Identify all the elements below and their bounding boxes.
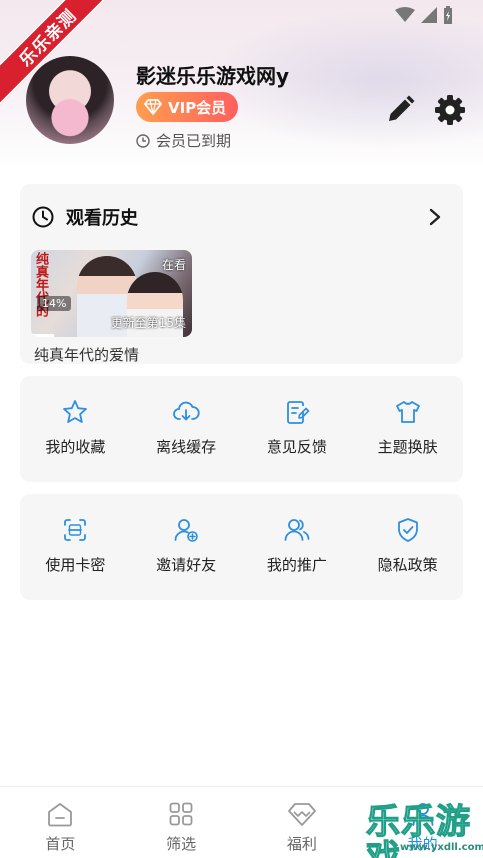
users-icon — [284, 519, 310, 541]
menu-card-2: 使用卡密 邀请好友 我的推广 隐私政策 — [20, 494, 463, 600]
scan-icon — [64, 519, 87, 541]
status-bar — [395, 6, 453, 24]
menu-card-1: 我的收藏 离线缓存 意见反馈 主题换肤 — [20, 376, 463, 482]
menu-item-my-promotion[interactable]: 我的推广 — [242, 494, 353, 600]
gift-diamond-icon — [287, 803, 316, 826]
cloud-download-icon — [173, 401, 200, 421]
menu-item-feedback[interactable]: 意见反馈 — [242, 376, 353, 482]
progress-label: 14% — [37, 296, 72, 311]
menu-label-theme: 主题换肤 — [377, 438, 438, 456]
vip-badge[interactable]: VIP会员 — [136, 92, 239, 122]
menu-label-my-promotion: 我的推广 — [266, 556, 327, 574]
menu-item-offline-cache[interactable]: 离线缓存 — [131, 376, 242, 482]
signal-icon — [421, 7, 437, 23]
watch-history-title: 观看历史 — [66, 208, 138, 229]
menu-label-invite-friends: 邀请好友 — [156, 556, 217, 574]
menu-label-offline-cache: 离线缓存 — [156, 438, 217, 456]
history-clock-icon — [32, 206, 54, 228]
star-icon — [63, 400, 88, 423]
menu-item-redeem-code[interactable]: 使用卡密 — [20, 494, 131, 600]
add-user-icon — [174, 519, 198, 542]
watching-tag: 在看 — [161, 258, 186, 272]
shield-check-icon — [397, 518, 418, 542]
avatar[interactable] — [26, 56, 114, 144]
episode-status: 更新至第15集 — [110, 316, 186, 330]
chevron-right-icon[interactable] — [429, 208, 441, 226]
battery-icon — [444, 6, 452, 24]
menu-item-privacy-policy[interactable]: 隐私政策 — [352, 494, 463, 600]
menu-label-redeem-code: 使用卡密 — [45, 556, 106, 574]
menu-item-theme[interactable]: 主题换肤 — [352, 376, 463, 482]
history-item-title[interactable]: 纯真年代的爱情 — [34, 344, 139, 365]
watch-history-card: 观看历史 纯真年代的 在看 14% 更新至第15集 纯真年代的爱情 — [20, 184, 463, 364]
menu-item-favorites[interactable]: 我的收藏 — [20, 376, 131, 482]
menu-label-privacy-policy: 隐私政策 — [377, 556, 438, 574]
grid-icon — [169, 802, 193, 826]
gear-icon[interactable] — [434, 94, 466, 126]
vip-label: VIP会员 — [168, 98, 227, 117]
tab-filter[interactable]: 筛选 — [121, 787, 242, 858]
home-icon — [48, 803, 73, 827]
watermark-url: www.yxdll.com — [400, 842, 483, 853]
tab-home[interactable]: 首页 — [0, 787, 121, 858]
clock-icon — [136, 133, 150, 148]
tab-label-welfare: 福利 — [286, 835, 317, 853]
username: 影迷乐乐游戏网y — [136, 64, 290, 88]
feedback-edit-icon — [286, 401, 310, 424]
watch-history-header[interactable]: 观看历史 — [32, 204, 138, 230]
menu-label-feedback: 意见反馈 — [266, 438, 327, 456]
history-item-poster[interactable]: 纯真年代的 在看 14% 更新至第15集 — [31, 250, 192, 337]
menu-label-favorites: 我的收藏 — [45, 438, 106, 456]
edit-pencil-icon[interactable] — [384, 94, 416, 126]
menu-item-invite-friends[interactable]: 邀请好友 — [131, 494, 242, 600]
watch-progress-bar — [31, 334, 54, 337]
wifi-icon — [395, 7, 415, 22]
tshirt-icon — [395, 401, 420, 423]
membership-status: 会员已到期 — [136, 130, 231, 151]
diamond-icon — [144, 99, 162, 115]
tab-label-home: 首页 — [45, 835, 76, 853]
membership-status-text: 会员已到期 — [156, 132, 232, 150]
tab-welfare[interactable]: 福利 — [242, 787, 363, 858]
tab-label-filter: 筛选 — [166, 835, 197, 853]
